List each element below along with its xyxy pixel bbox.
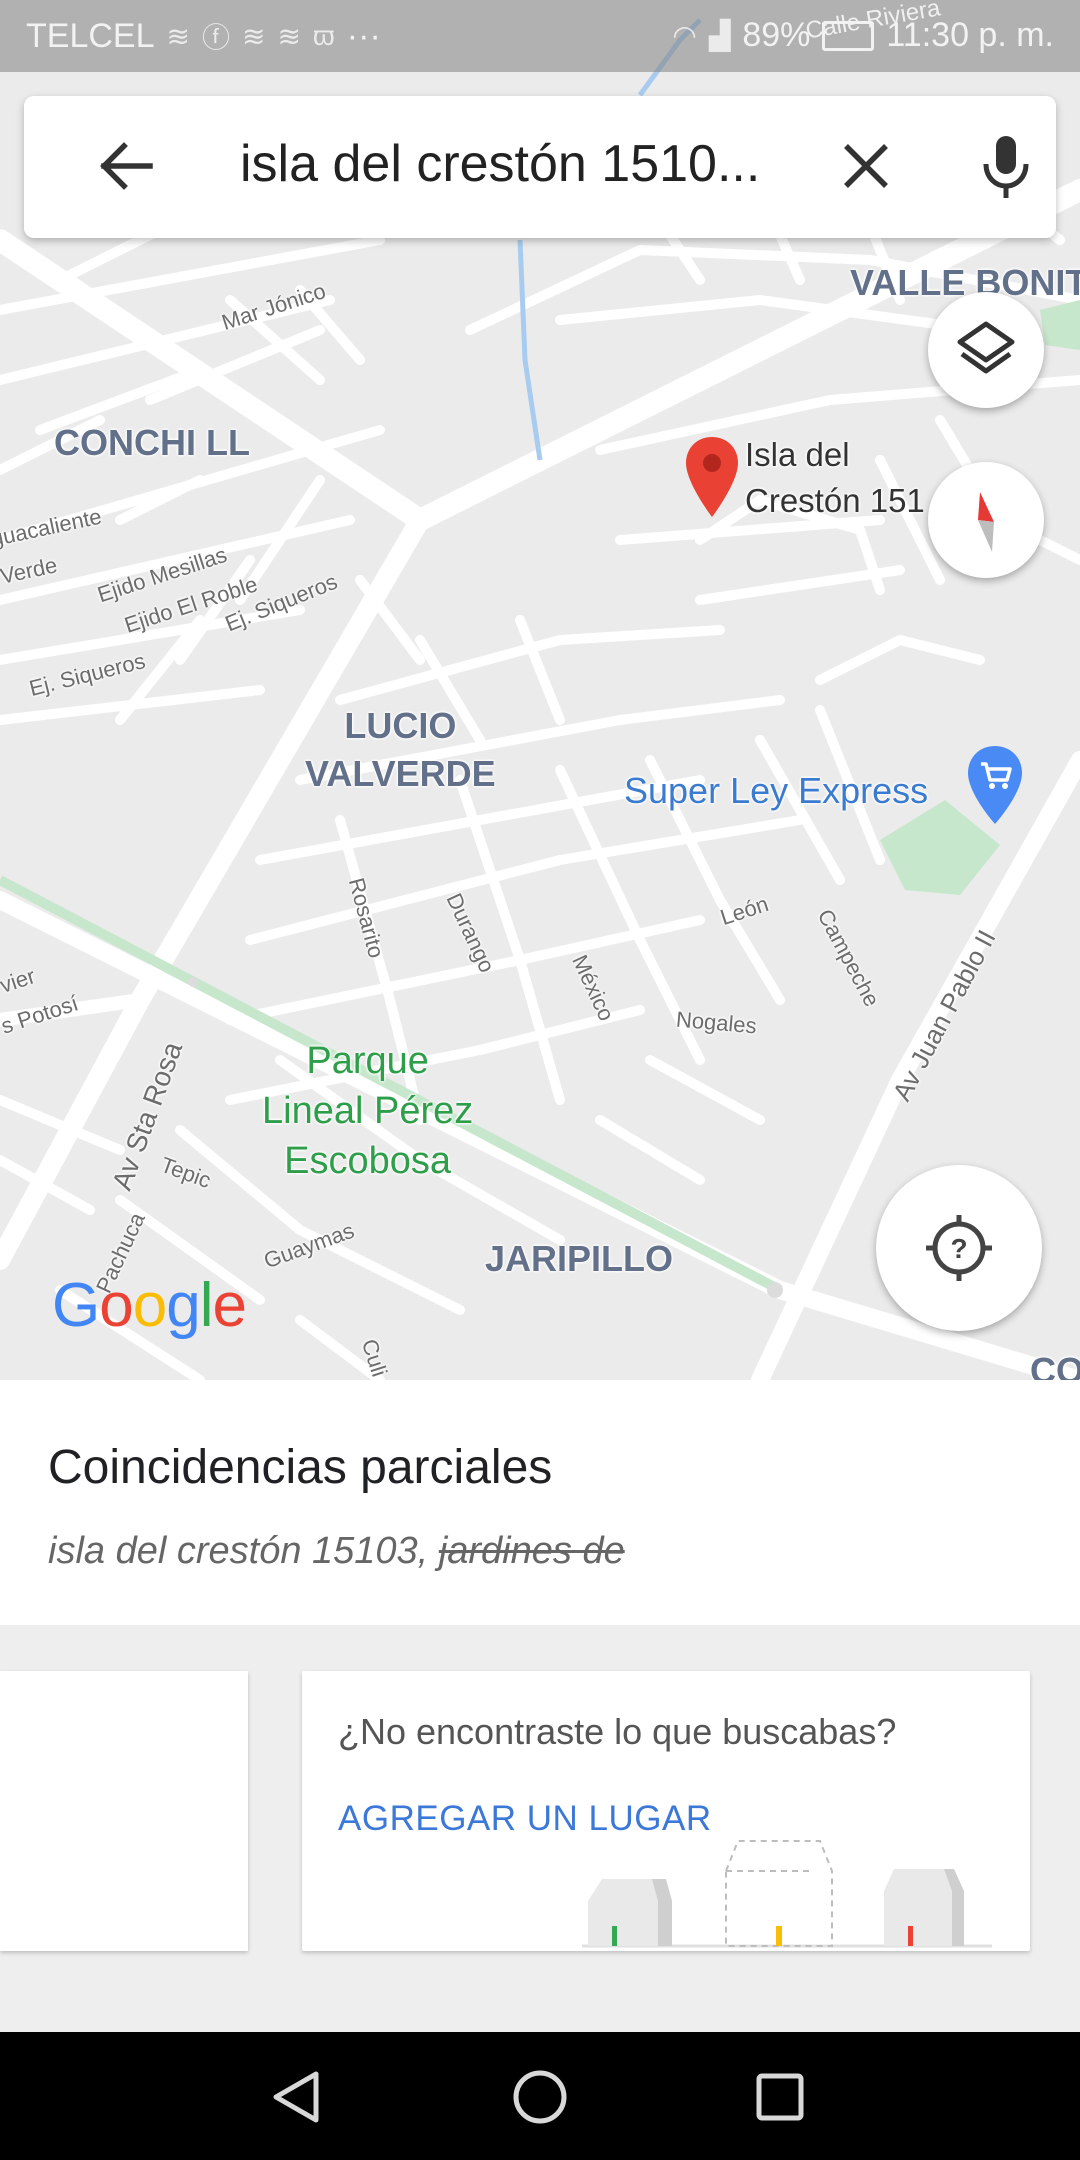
query-matched: isla del crestón 15103, <box>48 1530 439 1572</box>
search-bar[interactable]: isla del crestón 1510... <box>24 96 1056 238</box>
google-logo-letter: e <box>212 1271 246 1340</box>
compass-button[interactable] <box>928 462 1044 578</box>
shopping-cart-pin-icon[interactable] <box>964 742 1026 828</box>
close-icon <box>844 144 888 188</box>
neighborhood-label: LUCIO VALVERDE <box>305 702 496 798</box>
back-button[interactable] <box>96 136 156 196</box>
more-notifications: ··· <box>346 16 381 55</box>
add-place-card[interactable]: ¿No encontraste lo que buscabas? AGREGAR… <box>302 1671 1030 1951</box>
battery-icon <box>822 20 875 51</box>
cards-carousel[interactable]: ¿No encontraste lo que buscabas? AGREGAR… <box>0 1625 1080 2032</box>
layers-icon <box>957 321 1015 374</box>
place-label-line: Isla del <box>745 436 850 473</box>
place-label-line: Crestón 151 <box>745 482 925 519</box>
my-location-button[interactable]: ? <box>876 1165 1042 1331</box>
park-label: Parque Lineal Pérez Escobosa <box>262 1036 473 1186</box>
arrow-back-icon <box>100 142 153 190</box>
clock: 11:30 p. m. <box>886 16 1054 54</box>
square-recents-icon <box>756 2073 804 2121</box>
location-target-icon: ? <box>926 1215 992 1281</box>
battery-percent: 89% <box>742 16 811 54</box>
layers-button[interactable] <box>928 292 1044 408</box>
nav-home-button[interactable] <box>505 2062 575 2132</box>
partial-match-query: isla del crestón 15103, jardines de <box>48 1530 625 1573</box>
google-logo: Google <box>52 1270 247 1341</box>
google-logo-letter: g <box>166 1271 200 1340</box>
google-logo-letter: o <box>132 1271 167 1340</box>
results-sheet[interactable]: Coincidencias parciales isla del crestón… <box>0 1380 1080 1625</box>
park-label-line: Escobosa <box>284 1140 452 1182</box>
google-logo-letter: o <box>99 1271 133 1340</box>
query-unmatched: jardines de <box>438 1530 625 1572</box>
nav-back-button[interactable] <box>264 2062 334 2132</box>
compass-icon <box>978 492 994 552</box>
buildings-illustration <box>582 1840 992 1948</box>
clear-search-button[interactable] <box>836 136 896 196</box>
location-pin-icon[interactable] <box>684 435 740 519</box>
w-icon: ϖ <box>312 20 335 51</box>
neighborhood-label: JARIPILLO <box>485 1238 674 1279</box>
search-input[interactable]: isla del crestón 1510... <box>240 134 800 194</box>
place-label[interactable]: Isla del Crestón 151 <box>745 432 925 524</box>
microphone-icon <box>983 136 1029 198</box>
result-card[interactable] <box>0 1671 248 1951</box>
neighborhood-label: CO <box>1030 1350 1080 1380</box>
park-label-line: Parque <box>306 1040 429 1082</box>
voice-search-button[interactable] <box>974 132 1038 202</box>
message-icon: ≋ <box>166 20 190 52</box>
wifi-icon: ◠ <box>672 20 697 51</box>
svg-text:?: ? <box>950 1233 967 1264</box>
facebook-icon: ⓕ <box>201 22 230 53</box>
neighborhood-label: CONCHI LL <box>54 422 250 463</box>
carrier-label: TELCEL <box>26 16 155 55</box>
message-icon: ≋ <box>241 20 266 52</box>
circle-home-icon <box>513 2070 567 2124</box>
google-logo-letter: G <box>52 1271 100 1340</box>
add-place-prompt: ¿No encontraste lo que buscabas? <box>338 1711 897 1752</box>
poi-label[interactable]: Super Ley Express <box>624 770 928 812</box>
triangle-back-icon <box>273 2071 319 2123</box>
google-logo-letter: l <box>199 1271 214 1340</box>
park-label-line: Lineal Pérez <box>262 1090 474 1132</box>
neighborhood-label-line: LUCIO VALVERDE <box>305 705 496 794</box>
status-bar: TELCEL ≋ ⓕ ≋ ≋ ϖ ··· Calle Riviera ◠ ▟ 8… <box>0 0 1080 72</box>
nav-recents-button[interactable] <box>745 2062 815 2132</box>
signal-icon: ▟ <box>708 20 731 51</box>
results-title: Coincidencias parciales <box>48 1441 553 1494</box>
message-icon: ≋ <box>277 20 301 52</box>
system-nav-bar <box>0 2032 1080 2160</box>
